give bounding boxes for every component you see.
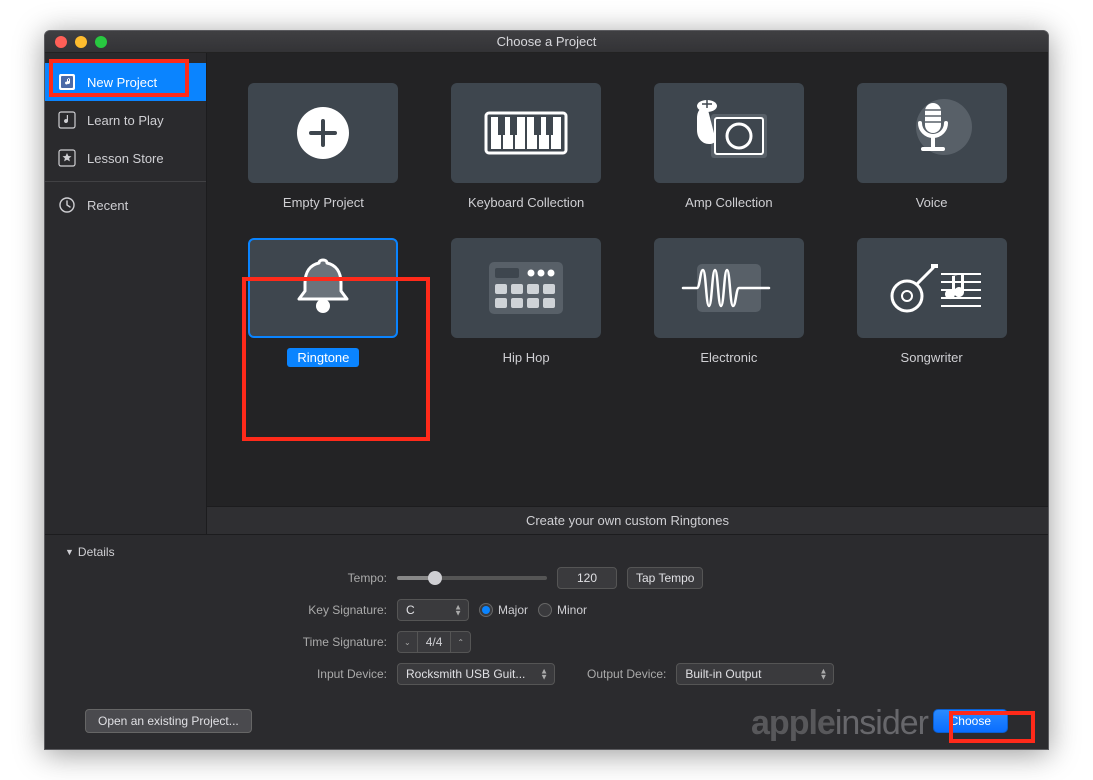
sidebar-item-label: Lesson Store [87, 151, 164, 166]
template-thumb [654, 83, 804, 183]
template-amp-collection[interactable]: Amp Collection [643, 83, 816, 212]
input-device-label: Input Device: [65, 667, 397, 681]
chevron-down-icon[interactable]: ⌄ [398, 635, 417, 650]
major-radio[interactable]: Major [479, 603, 528, 617]
template-label: Songwriter [891, 348, 973, 367]
time-signature-label: Time Signature: [65, 635, 397, 649]
time-signature-stepper[interactable]: ⌄ 4/4 ⌃ [397, 631, 471, 653]
bell-icon [283, 248, 363, 328]
plus-icon [293, 103, 353, 163]
minor-radio[interactable]: Minor [538, 603, 587, 617]
tempo-label: Tempo: [65, 571, 397, 585]
tempo-slider[interactable] [397, 576, 547, 580]
template-songwriter[interactable]: Songwriter [845, 238, 1018, 367]
key-signature-label: Key Signature: [65, 603, 397, 617]
template-grid: Empty Project Keyboard Collection Amp Co… [207, 53, 1048, 506]
sidebar-item-recent[interactable]: Recent [45, 186, 206, 224]
main-panel: Empty Project Keyboard Collection Amp Co… [207, 53, 1048, 534]
template-label: Amp Collection [675, 193, 782, 212]
device-row: Input Device: Rocksmith USB Guit... ▲▼ O… [65, 663, 1028, 685]
template-label: Empty Project [273, 193, 374, 212]
waveform-icon [679, 258, 779, 318]
sidebar-item-label: Learn to Play [87, 113, 164, 128]
template-voice[interactable]: Voice [845, 83, 1018, 212]
key-select[interactable]: C ▲▼ [397, 599, 469, 621]
note-icon [57, 110, 77, 130]
details-panel: Details Tempo: 120 Tap Tempo Key Signatu… [45, 534, 1048, 749]
chevron-updown-icon: ▲▼ [540, 669, 548, 680]
choose-button[interactable]: Choose [933, 709, 1008, 733]
template-ringtone[interactable]: Ringtone [237, 238, 410, 367]
template-label: Voice [906, 193, 958, 212]
template-keyboard-collection[interactable]: Keyboard Collection [440, 83, 613, 212]
template-empty-project[interactable]: Empty Project [237, 83, 410, 212]
clock-icon [57, 195, 77, 215]
sidebar-divider [45, 181, 206, 182]
template-hip-hop[interactable]: Hip Hop [440, 238, 613, 367]
template-label: Electronic [690, 348, 767, 367]
keyboard-icon [481, 103, 571, 163]
maximize-icon[interactable] [95, 36, 107, 48]
template-label: Keyboard Collection [458, 193, 594, 212]
music-app-icon [57, 72, 77, 92]
tap-tempo-button[interactable]: Tap Tempo [627, 567, 703, 589]
bottom-bar: Open an existing Project... appleinsider… [65, 695, 1028, 749]
template-thumb [857, 83, 1007, 183]
amp-icon [679, 98, 779, 168]
drum-machine-icon [481, 256, 571, 320]
sidebar-item-label: New Project [87, 75, 157, 90]
guitar-notes-icon [877, 256, 987, 320]
window-title: Choose a Project [45, 34, 1048, 49]
chevron-up-icon[interactable]: ⌃ [451, 635, 470, 650]
template-description: Create your own custom Ringtones [207, 506, 1048, 534]
minimize-icon[interactable] [75, 36, 87, 48]
chevron-updown-icon: ▲▼ [819, 669, 827, 680]
titlebar: Choose a Project [45, 31, 1048, 53]
open-existing-project-button[interactable]: Open an existing Project... [85, 709, 252, 733]
project-chooser-window: Choose a Project New Project Learn to Pl… [44, 30, 1049, 750]
tempo-value[interactable]: 120 [557, 567, 617, 589]
close-icon[interactable] [55, 36, 67, 48]
template-thumb [248, 238, 398, 338]
microphone-icon [892, 93, 972, 173]
time-signature-row: Time Signature: ⌄ 4/4 ⌃ [65, 631, 1028, 653]
template-thumb [451, 83, 601, 183]
key-signature-row: Key Signature: C ▲▼ Major Minor [65, 599, 1028, 621]
input-device-select[interactable]: Rocksmith USB Guit... ▲▼ [397, 663, 555, 685]
details-header-label: Details [78, 545, 115, 559]
sidebar-item-label: Recent [87, 198, 128, 213]
traffic-lights [45, 36, 107, 48]
template-label: Ringtone [287, 348, 359, 367]
tempo-row: Tempo: 120 Tap Tempo [65, 567, 1028, 589]
sidebar-item-lesson-store[interactable]: Lesson Store [45, 139, 206, 177]
sidebar-item-learn-to-play[interactable]: Learn to Play [45, 101, 206, 139]
template-thumb [654, 238, 804, 338]
template-electronic[interactable]: Electronic [643, 238, 816, 367]
chevron-updown-icon: ▲▼ [454, 605, 462, 616]
output-device-select[interactable]: Built-in Output ▲▼ [676, 663, 834, 685]
details-disclosure[interactable]: Details [65, 545, 1028, 559]
template-thumb [451, 238, 601, 338]
watermark: appleinsider [751, 704, 928, 743]
template-thumb [857, 238, 1007, 338]
template-label: Hip Hop [493, 348, 560, 367]
sidebar: New Project Learn to Play Lesson Store R [45, 53, 207, 534]
template-thumb [248, 83, 398, 183]
output-device-label: Output Device: [587, 667, 666, 681]
star-icon [57, 148, 77, 168]
sidebar-item-new-project[interactable]: New Project [45, 63, 206, 101]
